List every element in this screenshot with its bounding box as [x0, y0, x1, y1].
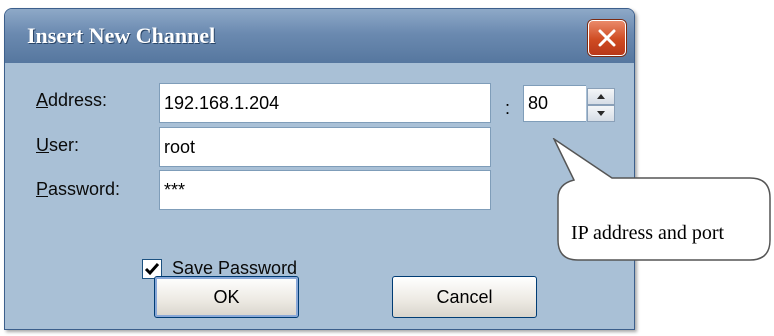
spin-down-icon [597, 111, 605, 116]
address-input[interactable] [159, 83, 491, 123]
callout-bubble [552, 138, 771, 261]
password-input[interactable] [159, 170, 491, 210]
address-label: Address: [36, 90, 108, 110]
close-button[interactable] [588, 20, 626, 56]
password-label: Password: [36, 179, 121, 199]
callout-text: IP address and port [571, 222, 725, 244]
cancel-button[interactable]: Cancel [392, 276, 537, 318]
user-input[interactable] [159, 127, 491, 167]
port-spin-up-button[interactable] [587, 88, 615, 105]
checkmark-icon [144, 263, 160, 276]
ok-button[interactable]: OK [154, 276, 299, 318]
spin-up-icon [597, 94, 605, 99]
port-input[interactable] [523, 85, 586, 122]
close-icon [598, 29, 616, 47]
dialog-title: Insert New Channel [27, 23, 216, 48]
port-spin-down-button[interactable] [587, 105, 615, 122]
port-separator: : [505, 98, 511, 118]
title-bar: Insert New Channel [5, 9, 634, 63]
user-label: User: [36, 135, 80, 155]
